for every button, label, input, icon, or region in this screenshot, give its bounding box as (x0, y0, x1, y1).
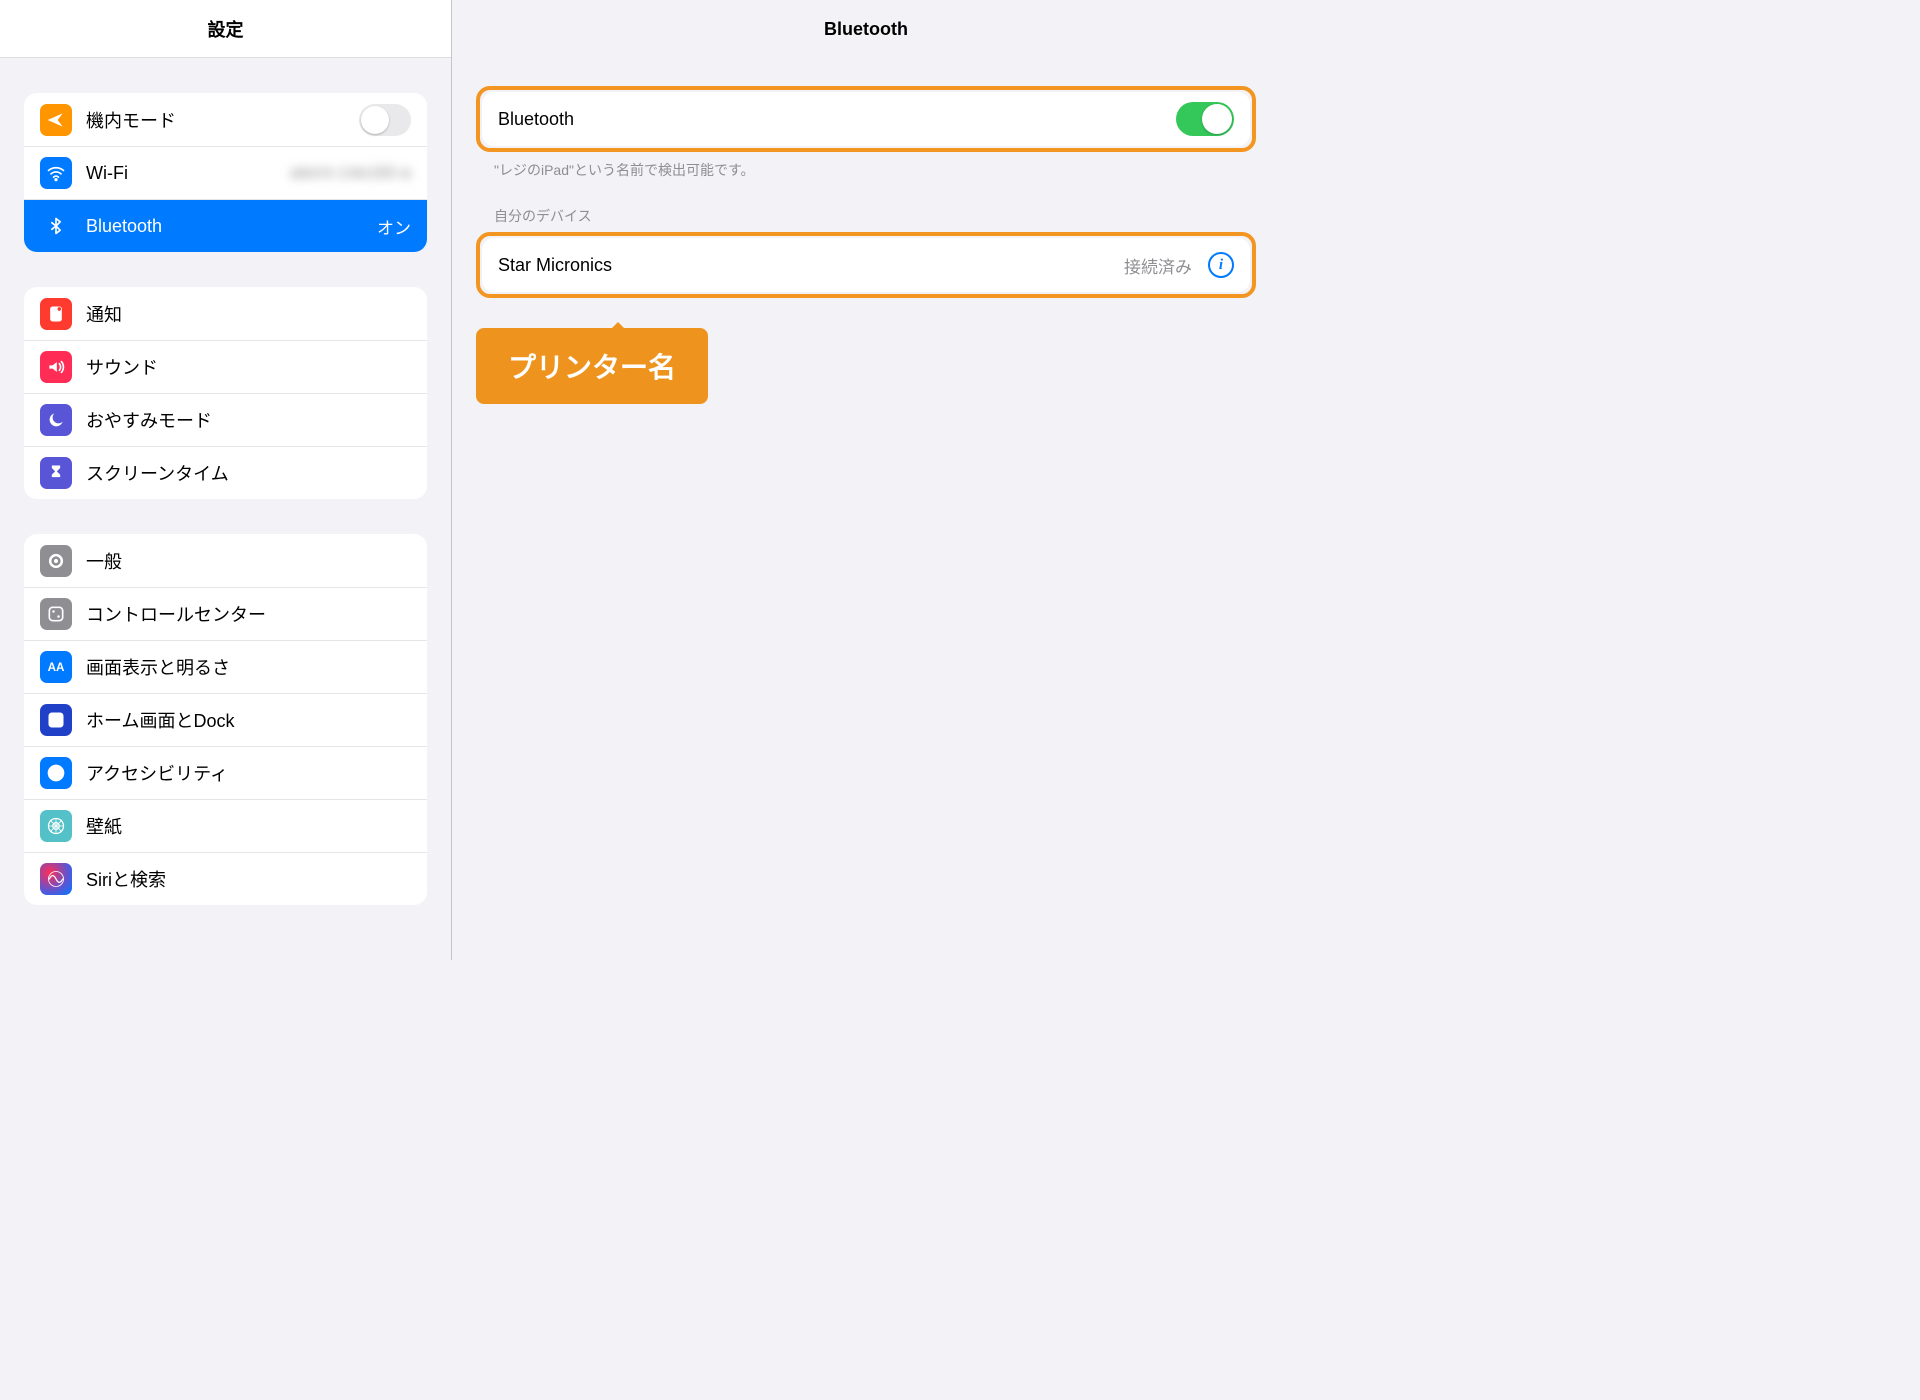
sidebar-item-bluetooth[interactable]: Bluetooth オン (24, 199, 427, 252)
device-status: 接続済み (1124, 253, 1192, 278)
sidebar-item-label: Siriと検索 (86, 866, 411, 892)
bluetooth-toggle-highlight: Bluetooth (476, 86, 1256, 152)
discoverable-text: "レジのiPad"という名前で検出可能です。 (476, 152, 1256, 180)
sidebar-item-airplane-mode[interactable]: 機内モード (24, 93, 427, 146)
sidebar-item-label: Bluetooth (86, 216, 363, 237)
device-highlight: Star Micronics 接続済み i (476, 232, 1256, 298)
settings-sidebar: 設定 機内モード Wi-Fi aterm-14e160-a Bluetooth オン通知… (0, 0, 452, 960)
control-center-icon (40, 598, 72, 630)
bluetooth-toggle-label: Bluetooth (498, 109, 1166, 130)
airplane-mode-switch[interactable] (359, 104, 411, 136)
sidebar-item-notifications[interactable]: 通知 (24, 287, 427, 340)
sidebar-item-label: スクリーンタイム (86, 460, 411, 486)
sidebar-item-label: サウンド (86, 354, 411, 380)
airplane-icon (40, 104, 72, 136)
sidebar-item-display[interactable]: 画面表示と明るさ (24, 640, 427, 693)
info-icon[interactable]: i (1208, 252, 1234, 278)
sidebar-title: 設定 (0, 0, 451, 58)
sidebar-item-label: 通知 (86, 301, 411, 327)
sidebar-item-label: 一般 (86, 548, 411, 574)
sidebar-item-label: コントロールセンター (86, 601, 411, 627)
sidebar-item-accessibility[interactable]: アクセシビリティ (24, 746, 427, 799)
printer-name-callout: プリンター名 (476, 328, 708, 404)
hourglass-icon (40, 457, 72, 489)
sidebar-item-label: 壁紙 (86, 813, 411, 839)
sidebar-item-screen-time[interactable]: スクリーンタイム (24, 446, 427, 499)
sidebar-item-sounds[interactable]: サウンド (24, 340, 427, 393)
page-title: Bluetooth (452, 0, 1280, 58)
sidebar-item-wifi[interactable]: Wi-Fi aterm-14e160-a (24, 146, 427, 199)
wifi-icon (40, 157, 72, 189)
sidebar-item-label: ホーム画面とDock (86, 707, 411, 733)
sidebar-item-control-center[interactable]: コントロールセンター (24, 587, 427, 640)
sidebar-group: 機内モード Wi-Fi aterm-14e160-a Bluetooth オン (24, 93, 427, 252)
siri-icon (40, 863, 72, 895)
accessibility-icon (40, 757, 72, 789)
bluetooth-toggle-row[interactable]: Bluetooth (498, 92, 1234, 146)
sidebar-item-siri[interactable]: Siriと検索 (24, 852, 427, 905)
sidebar-item-wallpaper[interactable]: 壁紙 (24, 799, 427, 852)
sidebar-item-value: aterm-14e160-a (290, 163, 411, 183)
home-dock-icon (40, 704, 72, 736)
moon-icon (40, 404, 72, 436)
bluetooth-switch[interactable] (1176, 102, 1234, 136)
my-devices-title: 自分のデバイス (476, 180, 1256, 232)
sidebar-item-general[interactable]: 一般 (24, 534, 427, 587)
sidebar-item-label: おやすみモード (86, 407, 411, 433)
aa-icon (40, 651, 72, 683)
notifications-icon (40, 298, 72, 330)
wallpaper-icon (40, 810, 72, 842)
sidebar-item-value: オン (377, 214, 411, 239)
device-name: Star Micronics (498, 255, 1114, 276)
sidebar-item-label: 画面表示と明るさ (86, 654, 411, 680)
sidebar-item-home-dock[interactable]: ホーム画面とDock (24, 693, 427, 746)
sidebar-item-label: Wi-Fi (86, 163, 276, 184)
gear-icon (40, 545, 72, 577)
sounds-icon (40, 351, 72, 383)
sidebar-item-label: アクセシビリティ (86, 760, 411, 786)
sidebar-item-label: 機内モード (86, 107, 345, 133)
bluetooth-icon (40, 210, 72, 242)
sidebar-group: 一般コントロールセンター画面表示と明るさホーム画面とDock アクセシビリティ壁紙… (24, 534, 427, 905)
sidebar-group: 通知サウンドおやすみモードスクリーンタイム (24, 287, 427, 499)
sidebar-item-do-not-disturb[interactable]: おやすみモード (24, 393, 427, 446)
bluetooth-panel: Bluetooth Bluetooth "レジのiPad"という名前で検出可能で… (452, 0, 1280, 960)
device-row[interactable]: Star Micronics 接続済み i (498, 238, 1234, 292)
